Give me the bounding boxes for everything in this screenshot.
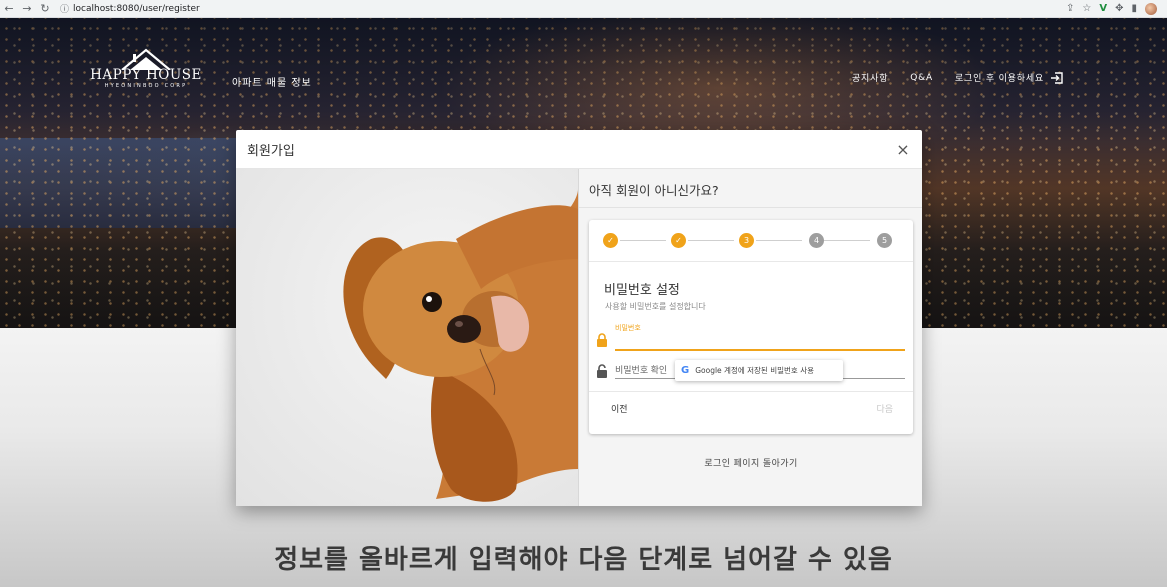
extensions-icon[interactable]: ✥ [1115,3,1123,14]
site-info-icon[interactable]: ⓘ [60,2,69,15]
password-input[interactable] [615,334,905,351]
next-button[interactable]: 다음 [870,397,899,420]
dog-illustration [343,189,578,502]
step-connector [756,240,802,241]
lock-icon [597,333,607,347]
step-2-check-icon[interactable]: ✓ [671,233,686,248]
logo-name: HAPPY HOUSE [90,67,202,83]
dialog-header: 회원가입 × [236,130,922,169]
register-dialog: 회원가입 × 아직 회원이 아니신가요? ✓ ✓ 3 4 5 비밀번호 설정 사… [236,130,922,506]
url-text: localhost:8080/user/register [73,3,200,14]
logo-subtitle: HYEONINBOO CORP [104,83,188,89]
star-icon[interactable]: ☆ [1082,3,1091,14]
step-connector [824,240,870,241]
share-icon[interactable]: ⇪ [1066,3,1074,14]
close-icon[interactable]: × [895,140,911,159]
stepper-card: ✓ ✓ 3 4 5 비밀번호 설정 사용할 비밀번호를 설정합니다 비밀번호 G [589,220,913,434]
step-5[interactable]: 5 [877,233,892,248]
google-suggestion-text: Google 계정에 저장된 비밀번호 사용 [695,366,815,375]
password-label: 비밀번호 [615,324,641,332]
google-icon: G [681,365,690,376]
register-panel: 아직 회원이 아니신가요? ✓ ✓ 3 4 5 비밀번호 설정 사용할 비밀번호… [578,169,922,506]
nav-qna[interactable]: Q&A [910,73,933,83]
back-arrow-icon[interactable]: ← [0,0,18,18]
nav-apartment-info[interactable]: 아파트 매물 정보 [232,74,312,89]
back-to-login-link[interactable]: 로그인 페이지 돌아가기 [579,456,923,469]
step-connector [688,240,734,241]
sidebar-icon[interactable]: ▮ [1131,3,1137,14]
register-question: 아직 회원이 아니신가요? [589,183,719,198]
address-bar[interactable]: ⓘ localhost:8080/user/register [60,1,1060,16]
step-connector [620,240,666,241]
vue-devtools-icon[interactable]: V [1099,3,1107,14]
google-password-suggestion[interactable]: G Google 계정에 저장된 비밀번호 사용 [675,360,843,381]
nav-login[interactable]: 로그인 후 이용하세요 [955,71,1063,84]
forward-arrow-icon[interactable]: → [18,0,36,18]
video-caption: 정보를 올바르게 입력해야 다음 단계로 넘어갈 수 있음 [274,545,893,575]
stepper-header: ✓ ✓ 3 4 5 [589,220,913,262]
login-icon [1051,71,1063,84]
nav-notice[interactable]: 공지사항 [852,71,888,84]
divider [589,391,913,392]
profile-avatar[interactable] [1145,2,1157,15]
reload-icon[interactable]: ↻ [36,0,54,18]
dialog-title: 회원가입 [247,143,295,159]
divider [579,207,922,208]
step-3[interactable]: 3 [739,233,754,248]
browser-actions: ⇪ ☆ V ✥ ▮ [1066,2,1167,15]
top-nav: 공지사항 Q&A 로그인 후 이용하세요 [852,71,1063,84]
lock-open-icon [597,364,607,378]
nav-login-label: 로그인 후 이용하세요 [954,74,1044,84]
step-4[interactable]: 4 [809,233,824,248]
form-title: 비밀번호 설정 [604,283,680,298]
step-1-check-icon[interactable]: ✓ [603,233,618,248]
prev-button[interactable]: 이전 [601,397,638,420]
site-logo[interactable]: HAPPY HOUSE HYEONINBOO CORP [90,48,202,89]
form-subtitle: 사용할 비밀번호를 설정합니다 [605,302,706,311]
dog-image [236,169,578,506]
browser-toolbar: ← → ↻ ⓘ localhost:8080/user/register ⇪ ☆… [0,0,1167,18]
